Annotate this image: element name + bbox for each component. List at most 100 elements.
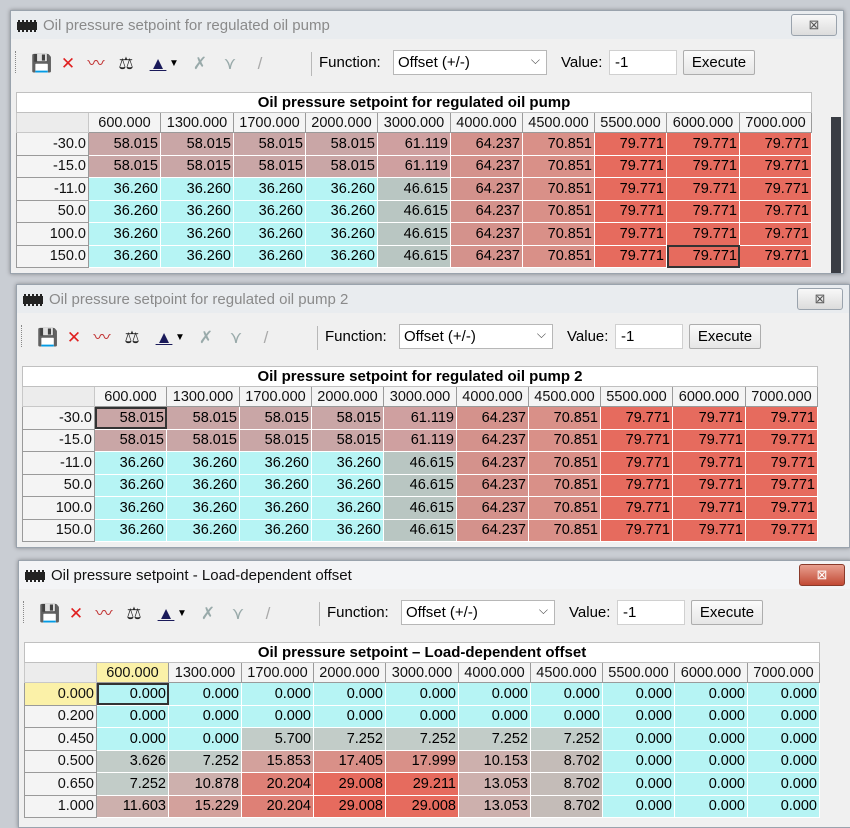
grid-cell[interactable]: 36.260 <box>311 518 384 542</box>
grid-cell[interactable]: 46.615 <box>377 244 451 268</box>
grid-cell[interactable]: 20.204 <box>241 794 314 818</box>
grid-cell[interactable]: 7.252 <box>168 749 242 773</box>
column-header[interactable]: 2000.000 <box>305 112 378 133</box>
row-header[interactable]: -30.0 <box>22 406 95 430</box>
grid-cell[interactable]: 58.015 <box>305 154 378 178</box>
column-header[interactable]: 1300.000 <box>160 112 234 133</box>
grid-cell[interactable]: 0.000 <box>458 704 531 728</box>
function-select[interactable]: Offset (+/-) ⌵ <box>393 50 547 75</box>
grid-cell[interactable]: 58.015 <box>311 428 384 452</box>
grid-cell[interactable]: 29.008 <box>385 794 459 818</box>
grid-cell[interactable]: 79.771 <box>745 496 818 520</box>
grid-cell[interactable]: 0.000 <box>96 727 169 751</box>
grid-cell[interactable]: 5.700 <box>241 727 314 751</box>
row-header[interactable]: 150.0 <box>16 244 89 268</box>
grid-cell[interactable]: 70.851 <box>528 473 601 497</box>
grid-cell[interactable]: 0.000 <box>602 727 675 751</box>
grid-cell[interactable]: 0.000 <box>313 682 386 706</box>
grid-cell[interactable]: 7.252 <box>530 727 603 751</box>
grid-cell[interactable]: 36.260 <box>160 222 234 246</box>
grid-cell[interactable]: 10.153 <box>458 749 531 773</box>
execute-button[interactable]: Execute <box>683 50 755 75</box>
grid-cell[interactable]: 7.252 <box>313 727 386 751</box>
grid-cell[interactable]: 58.015 <box>233 132 306 156</box>
close-button[interactable]: ⊠ <box>799 564 845 586</box>
delete-icon[interactable]: ✕ <box>63 328 85 348</box>
column-header[interactable]: 2000.000 <box>313 662 386 683</box>
grid-cell[interactable]: 36.260 <box>233 222 306 246</box>
grid-cell[interactable]: 58.015 <box>160 132 234 156</box>
grid-cell[interactable]: 46.615 <box>383 518 457 542</box>
grid-cell[interactable]: 0.000 <box>747 727 820 751</box>
grid-cell[interactable]: 46.615 <box>377 177 451 201</box>
grid-cell[interactable]: 36.260 <box>94 496 167 520</box>
grid-cell[interactable]: 61.119 <box>377 154 451 178</box>
interpolate-icon[interactable]: ⋎ <box>227 604 249 624</box>
grid-cell[interactable]: 58.015 <box>166 428 240 452</box>
grid-cell[interactable]: 79.771 <box>672 406 746 430</box>
grid-cell[interactable]: 36.260 <box>160 199 234 223</box>
balance-icon[interactable]: ⚖ <box>115 54 137 74</box>
grid-cell[interactable]: 20.204 <box>241 772 314 796</box>
clear-icon[interactable]: ✗ <box>195 328 217 348</box>
grid-cell[interactable]: 61.119 <box>383 406 457 430</box>
column-header[interactable]: 600.000 <box>96 662 169 683</box>
balance-icon[interactable]: ⚖ <box>123 604 145 624</box>
delete-icon[interactable]: ✕ <box>65 604 87 624</box>
row-header[interactable]: -15.0 <box>16 154 89 178</box>
grid-cell[interactable]: 29.008 <box>313 772 386 796</box>
grid-cell[interactable]: 36.260 <box>94 451 167 475</box>
grid-cell[interactable]: 79.771 <box>600 451 673 475</box>
grid-cell[interactable]: 79.771 <box>600 406 673 430</box>
grid-cell[interactable]: 0.000 <box>747 704 820 728</box>
grid-cell[interactable]: 15.853 <box>241 749 314 773</box>
grid-cell[interactable]: 0.000 <box>168 704 242 728</box>
row-header[interactable]: -15.0 <box>22 428 95 452</box>
column-header[interactable]: 600.000 <box>94 386 167 407</box>
grid-cell[interactable]: 36.260 <box>233 199 306 223</box>
grid-cell[interactable]: 0.000 <box>674 772 748 796</box>
grid-cell[interactable]: 79.771 <box>672 451 746 475</box>
grid-cell[interactable]: 0.000 <box>674 682 748 706</box>
column-header[interactable]: 3000.000 <box>385 662 459 683</box>
grid-cell[interactable]: 0.000 <box>241 682 314 706</box>
grid-cell[interactable]: 79.771 <box>739 199 812 223</box>
grid-cell[interactable]: 64.237 <box>450 154 523 178</box>
smooth-icon[interactable]: / <box>255 328 277 348</box>
grid-cell[interactable]: 46.615 <box>377 222 451 246</box>
grid-cell[interactable]: 79.771 <box>739 154 812 178</box>
column-header[interactable]: 4000.000 <box>458 662 531 683</box>
graph-icon[interactable]: 〰 <box>93 604 115 624</box>
grid-cell[interactable]: 79.771 <box>672 473 746 497</box>
grid-cell[interactable]: 0.000 <box>96 704 169 728</box>
grid-cell[interactable]: 79.771 <box>600 496 673 520</box>
map-window-oil-pump[interactable]: Oil pressure setpoint for regulated oil … <box>10 10 844 274</box>
column-header[interactable]: 3000.000 <box>377 112 451 133</box>
save-icon[interactable]: 💾 <box>39 604 61 624</box>
grid-cell[interactable]: 58.015 <box>166 406 240 430</box>
map-window-load-offset[interactable]: Oil pressure setpoint - Load-dependent o… <box>18 560 850 828</box>
grid-cell[interactable]: 36.260 <box>239 451 312 475</box>
grid-cell[interactable]: 46.615 <box>383 473 457 497</box>
grid-cell[interactable]: 36.260 <box>160 177 234 201</box>
grid-cell[interactable]: 58.015 <box>88 132 161 156</box>
grid-cell[interactable]: 64.237 <box>450 132 523 156</box>
column-header[interactable]: 1700.000 <box>233 112 306 133</box>
grid-cell[interactable]: 13.053 <box>458 772 531 796</box>
grid-cell[interactable]: 36.260 <box>94 518 167 542</box>
column-header[interactable]: 4500.000 <box>528 386 601 407</box>
grid-cell[interactable]: 0.000 <box>747 682 820 706</box>
column-header[interactable]: 3000.000 <box>383 386 457 407</box>
grid-cell[interactable]: 36.260 <box>305 177 378 201</box>
grid-cell[interactable]: 64.237 <box>456 518 529 542</box>
grid-cell[interactable]: 0.000 <box>602 749 675 773</box>
graph-icon[interactable]: 〰 <box>91 328 113 348</box>
column-header[interactable]: 1300.000 <box>166 386 240 407</box>
grid-cell[interactable]: 64.237 <box>450 177 523 201</box>
column-header[interactable]: 2000.000 <box>311 386 384 407</box>
grid-cell[interactable]: 15.229 <box>168 794 242 818</box>
row-header[interactable]: 150.0 <box>22 518 95 542</box>
grid-cell[interactable]: 0.000 <box>747 794 820 818</box>
grid-cell[interactable]: 79.771 <box>666 132 740 156</box>
grid-cell[interactable]: 36.260 <box>233 177 306 201</box>
